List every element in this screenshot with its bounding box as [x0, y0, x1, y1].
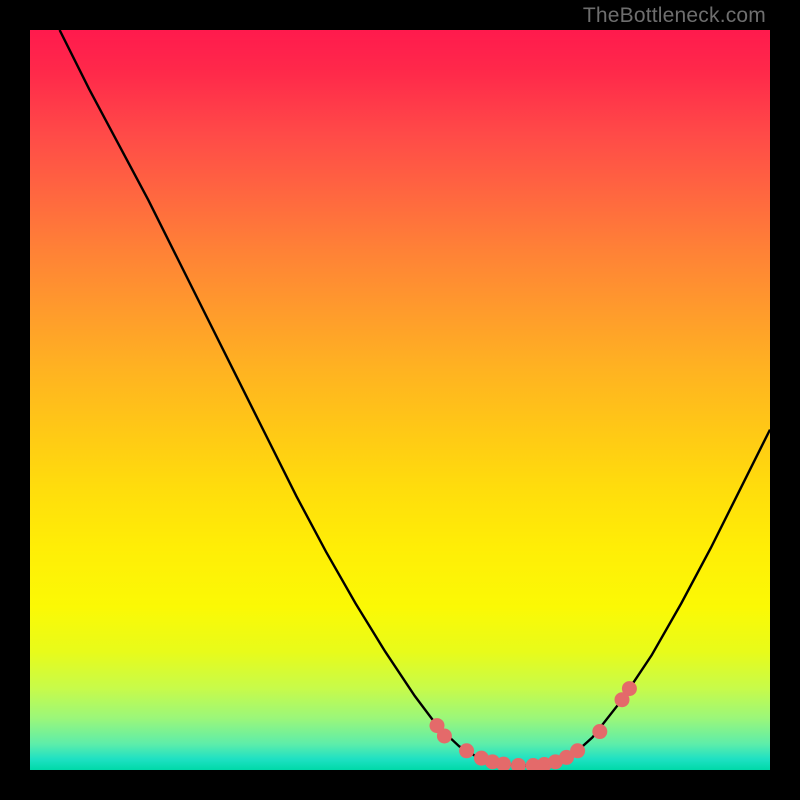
marker-dot [622, 681, 637, 696]
bottleneck-curve [60, 30, 770, 766]
chart-frame: TheBottleneck.com [0, 0, 800, 800]
marker-dot [511, 758, 526, 770]
curve-line-group [60, 30, 770, 766]
marker-dots-group [430, 681, 637, 770]
marker-dot [592, 724, 607, 739]
chart-svg [30, 30, 770, 770]
marker-dot [570, 743, 585, 758]
plot-area [30, 30, 770, 770]
marker-dot [459, 743, 474, 758]
marker-dot [437, 728, 452, 743]
watermark-text: TheBottleneck.com [583, 4, 766, 28]
